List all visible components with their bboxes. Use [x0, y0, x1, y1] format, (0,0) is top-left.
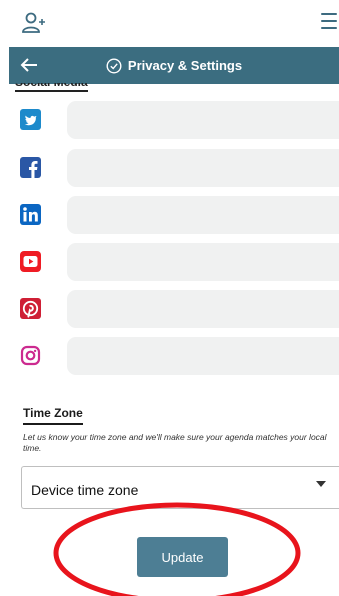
red-circle-annotation [53, 502, 301, 596]
